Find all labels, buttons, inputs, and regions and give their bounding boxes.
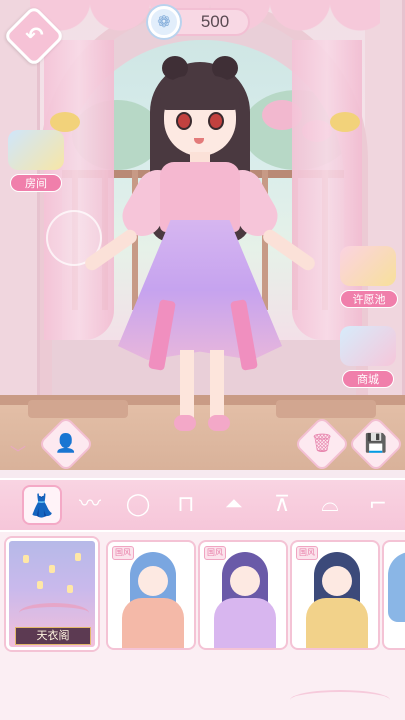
outfit-card[interactable]: 国风	[290, 540, 380, 650]
outfit-tag: 国风	[296, 546, 318, 560]
wish-pool-label: 许愿池	[340, 290, 398, 308]
top-icon: ⊓	[177, 492, 195, 517]
hanfu-skirt	[118, 220, 282, 360]
featured-banner-card[interactable]: 天衣阁	[6, 538, 98, 650]
chevron-down-icon[interactable]: ﹀	[10, 440, 26, 464]
character-bangs	[160, 76, 240, 110]
outfit-face	[138, 566, 168, 596]
outfit-dress	[122, 598, 184, 648]
coat-icon: ⊼	[273, 492, 291, 517]
shop-icon	[340, 326, 396, 366]
shop-label: 商城	[342, 370, 394, 388]
room-icon	[8, 130, 64, 170]
trash-icon: 🗑	[310, 433, 334, 454]
outfit-dress	[214, 598, 276, 648]
category-skirt[interactable]: ⏶	[214, 485, 254, 525]
leg-left	[180, 350, 194, 420]
category-dress[interactable]: 👗	[22, 485, 62, 525]
eye-left	[176, 112, 192, 130]
dress-full-icon: 👗	[28, 494, 56, 519]
leg-right	[210, 350, 224, 420]
category-top[interactable]: ⊓	[166, 485, 206, 525]
arm-left	[82, 227, 140, 273]
doll-character[interactable]	[82, 50, 318, 440]
wish-pool-button[interactable]: 许愿池	[340, 246, 398, 308]
decorative-wave	[290, 690, 390, 710]
bridge-illustration	[19, 603, 89, 623]
person-icon: 👤	[54, 433, 78, 454]
coin-value: 500	[200, 12, 230, 31]
category-socks[interactable]: ⌐	[358, 485, 398, 525]
diamond-coin-icon: ❁	[148, 6, 180, 38]
arm-right	[260, 227, 318, 273]
category-shoes[interactable]: ⌓	[310, 485, 350, 525]
shop-button[interactable]: 商城	[340, 326, 398, 388]
eye-right	[208, 112, 224, 130]
back-arrow-icon: ↶	[25, 23, 44, 49]
face-icon: ◯	[125, 492, 151, 517]
outfit-card-partial[interactable]	[382, 540, 405, 650]
save-icon: 💾	[364, 433, 388, 454]
socks-icon: ⌐	[368, 492, 388, 517]
dressing-room-scene	[0, 0, 405, 470]
outfit-dress	[306, 598, 368, 648]
category-face[interactable]: ◯	[118, 485, 158, 525]
outfit-card[interactable]: 国风	[198, 540, 288, 650]
shoes-icon: ⌓	[321, 492, 339, 517]
shoe-right	[208, 415, 230, 431]
skirt-icon: ⏶	[225, 492, 243, 517]
curtain-tie-left	[50, 112, 80, 132]
curtain-tie-right	[330, 112, 360, 132]
outfit-tag: 国风	[204, 546, 226, 560]
room-button[interactable]: 房间	[8, 130, 66, 192]
shoe-left	[174, 415, 196, 431]
outfit-face	[322, 566, 352, 596]
category-hair[interactable]: 〰	[70, 485, 110, 525]
category-bar: 👗 〰 ◯ ⊓ ⏶ ⊼ ⌓ ⌐	[0, 478, 405, 532]
outfit-face	[230, 566, 260, 596]
outfit-tag: 国风	[112, 546, 134, 560]
hair-icon: 〰	[78, 492, 101, 517]
category-coat[interactable]: ⊼	[262, 485, 302, 525]
outfit-hair	[388, 552, 405, 622]
outfit-card[interactable]: 国风	[106, 540, 196, 650]
room-label: 房间	[10, 174, 62, 192]
featured-banner-title: 天衣阁	[15, 627, 91, 645]
wish-pool-icon	[340, 246, 396, 286]
